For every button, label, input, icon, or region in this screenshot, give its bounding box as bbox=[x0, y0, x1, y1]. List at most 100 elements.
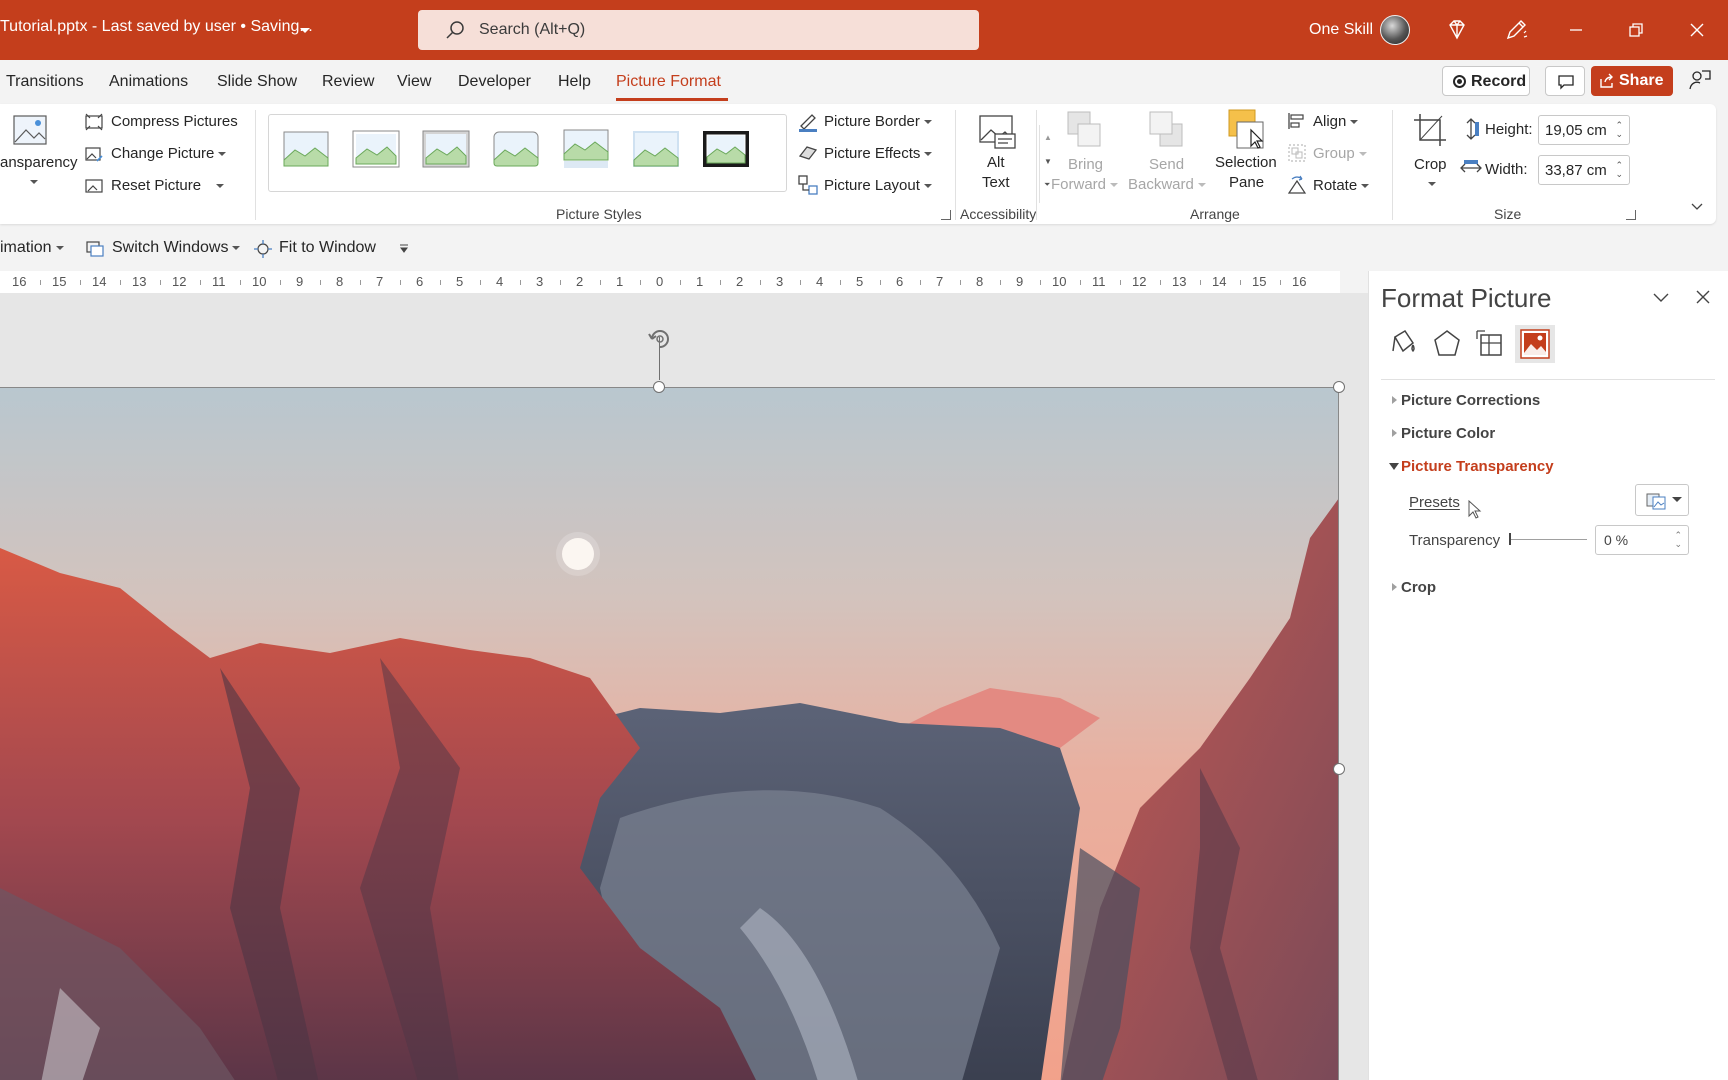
picture-border-button[interactable]: Picture Border bbox=[824, 113, 932, 130]
section-picture-corrections[interactable]: Picture Corrections bbox=[1401, 392, 1540, 409]
width-spinner[interactable]: ⌃ ⌄ bbox=[1615, 161, 1623, 179]
tab-review[interactable]: Review bbox=[322, 73, 374, 91]
selection-pane-button[interactable]: Selection bbox=[1215, 154, 1277, 171]
crop-dropdown-icon[interactable] bbox=[1428, 182, 1436, 186]
pane-close-icon[interactable] bbox=[1695, 289, 1711, 305]
gallery-down-icon[interactable]: ▼ bbox=[1044, 157, 1052, 166]
height-spinner[interactable]: ⌃ ⌄ bbox=[1615, 121, 1623, 139]
resize-handle-top-right[interactable] bbox=[1333, 381, 1345, 393]
title-dropdown-icon[interactable] bbox=[300, 28, 310, 33]
section-picture-transparency[interactable]: Picture Transparency bbox=[1401, 458, 1554, 475]
picture-tab[interactable] bbox=[1515, 325, 1555, 363]
style-thumbnail[interactable] bbox=[491, 128, 541, 170]
rotate-handle-icon[interactable] bbox=[641, 329, 679, 349]
collapse-ribbon-icon[interactable] bbox=[1690, 202, 1704, 212]
presenter-icon[interactable] bbox=[1688, 68, 1712, 92]
presets-dropdown[interactable] bbox=[1635, 484, 1689, 516]
transparency-dropdown-icon[interactable] bbox=[30, 180, 38, 184]
style-thumbnail[interactable] bbox=[631, 128, 681, 170]
compress-pictures-button[interactable]: Compress Pictures bbox=[111, 113, 238, 130]
picture-layout-button[interactable]: Picture Layout bbox=[824, 177, 932, 194]
tab-developer[interactable]: Developer bbox=[458, 73, 531, 91]
tab-slide-show[interactable]: Slide Show bbox=[217, 73, 297, 91]
align-button[interactable]: Align bbox=[1313, 113, 1359, 130]
selection-pane-label-2[interactable]: Pane bbox=[1229, 174, 1264, 191]
alt-text-label-2[interactable]: Text bbox=[982, 174, 1010, 191]
expand-corrections-icon[interactable] bbox=[1392, 396, 1397, 404]
tab-view[interactable]: View bbox=[397, 73, 431, 91]
document-title[interactable]: Tutorial.pptx - Last saved by user • Sav… bbox=[0, 18, 313, 36]
transparency-button[interactable]: ansparency bbox=[0, 154, 78, 171]
style-thumbnail[interactable] bbox=[281, 128, 331, 170]
mouse-cursor-icon bbox=[1468, 500, 1482, 519]
alt-text-button[interactable]: Alt bbox=[987, 154, 1005, 171]
gallery-up-icon[interactable]: ▲ bbox=[1044, 133, 1052, 142]
style-thumbnail[interactable] bbox=[421, 128, 471, 170]
picture-styles-dialog-icon[interactable] bbox=[941, 210, 951, 220]
ruler-tick bbox=[200, 280, 201, 285]
expand-crop-icon[interactable] bbox=[1392, 583, 1397, 591]
effects-icon bbox=[1434, 330, 1460, 356]
height-input[interactable]: 19,05 cm ⌃ ⌄ bbox=[1538, 115, 1630, 145]
section-crop[interactable]: Crop bbox=[1401, 579, 1436, 596]
width-input[interactable]: 33,87 cm ⌃ ⌄ bbox=[1538, 155, 1630, 185]
effects-tab[interactable] bbox=[1427, 325, 1467, 363]
style-thumbnail[interactable] bbox=[351, 128, 401, 170]
style-thumbnail[interactable] bbox=[701, 128, 751, 170]
size-dialog-icon[interactable] bbox=[1626, 210, 1636, 220]
picture-effects-button[interactable]: Picture Effects bbox=[824, 145, 933, 162]
reset-picture-button[interactable]: Reset Picture bbox=[111, 177, 201, 194]
diamond-icon[interactable] bbox=[1443, 16, 1471, 44]
reset-dropdown-icon[interactable] bbox=[216, 184, 224, 188]
slide-canvas[interactable] bbox=[0, 293, 1368, 1080]
comments-button[interactable] bbox=[1545, 66, 1585, 96]
animation-button[interactable]: imation bbox=[0, 239, 64, 257]
transparency-slider[interactable] bbox=[1511, 539, 1587, 540]
record-button[interactable]: Record bbox=[1442, 66, 1530, 96]
customize-toolbar-icon[interactable] bbox=[398, 243, 410, 255]
change-picture-button[interactable]: Change Picture bbox=[111, 145, 227, 162]
ruler-number: 14 bbox=[92, 274, 107, 289]
send-backward-label-2[interactable]: Backward bbox=[1128, 176, 1206, 193]
search-box[interactable]: Search (Alt+Q) bbox=[418, 10, 979, 50]
collapse-transparency-icon[interactable] bbox=[1389, 463, 1399, 470]
user-name[interactable]: One Skill bbox=[1309, 21, 1373, 39]
group-button[interactable]: Group bbox=[1313, 145, 1367, 162]
resize-handle-top[interactable] bbox=[653, 381, 665, 393]
transparency-slider-thumb[interactable] bbox=[1509, 533, 1511, 545]
fill-line-tab[interactable] bbox=[1383, 325, 1423, 363]
rotate-button[interactable]: Rotate bbox=[1313, 177, 1370, 194]
tab-picture-format[interactable]: Picture Format bbox=[616, 73, 721, 91]
tab-transitions[interactable]: Transitions bbox=[6, 73, 84, 91]
picture-styles-gallery[interactable]: ▲ ▼ ⏷ bbox=[268, 114, 1052, 203]
bring-forward-button[interactable]: Bring bbox=[1068, 156, 1103, 173]
resize-handle-right[interactable] bbox=[1333, 763, 1345, 775]
switch-windows-button[interactable]: Switch Windows bbox=[112, 239, 241, 257]
share-button[interactable]: Share bbox=[1591, 66, 1673, 96]
gallery-more-icon[interactable]: ⏷ bbox=[1044, 180, 1050, 190]
selected-picture[interactable] bbox=[0, 387, 1339, 1080]
pen-icon[interactable] bbox=[1502, 16, 1530, 44]
crop-button[interactable]: Crop bbox=[1414, 156, 1447, 173]
send-backward-button[interactable]: Send bbox=[1149, 156, 1184, 173]
expand-color-icon[interactable] bbox=[1392, 429, 1397, 437]
close-icon[interactable] bbox=[1683, 16, 1711, 44]
align-icon bbox=[1288, 113, 1304, 129]
transparency-spinner[interactable]: ⌃ ⌄ bbox=[1674, 531, 1682, 549]
horizontal-ruler[interactable]: 16 15 14 13 12 11 10 9 8 7 6 5 4 3 2 1 0 1 2 3 4 5 6 7 8 9 10 11 12 1… bbox=[0, 271, 1340, 293]
minimize-icon[interactable] bbox=[1562, 16, 1590, 44]
transparency-input[interactable]: 0 % ⌃ ⌄ bbox=[1595, 525, 1689, 555]
avatar[interactable] bbox=[1380, 15, 1410, 45]
ruler-number: 5 bbox=[456, 274, 464, 289]
section-picture-color[interactable]: Picture Color bbox=[1401, 425, 1495, 442]
ruler-tick bbox=[1000, 280, 1001, 285]
pane-options-icon[interactable] bbox=[1652, 291, 1670, 305]
restore-icon[interactable] bbox=[1622, 16, 1650, 44]
style-thumbnail[interactable] bbox=[561, 128, 611, 170]
fit-to-window-button[interactable]: Fit to Window bbox=[279, 239, 376, 257]
tab-help[interactable]: Help bbox=[558, 73, 591, 91]
size-properties-tab[interactable] bbox=[1471, 325, 1511, 363]
transparency-icon[interactable] bbox=[12, 112, 50, 148]
tab-animations[interactable]: Animations bbox=[109, 73, 188, 91]
bring-forward-label-2[interactable]: Forward bbox=[1051, 176, 1119, 193]
